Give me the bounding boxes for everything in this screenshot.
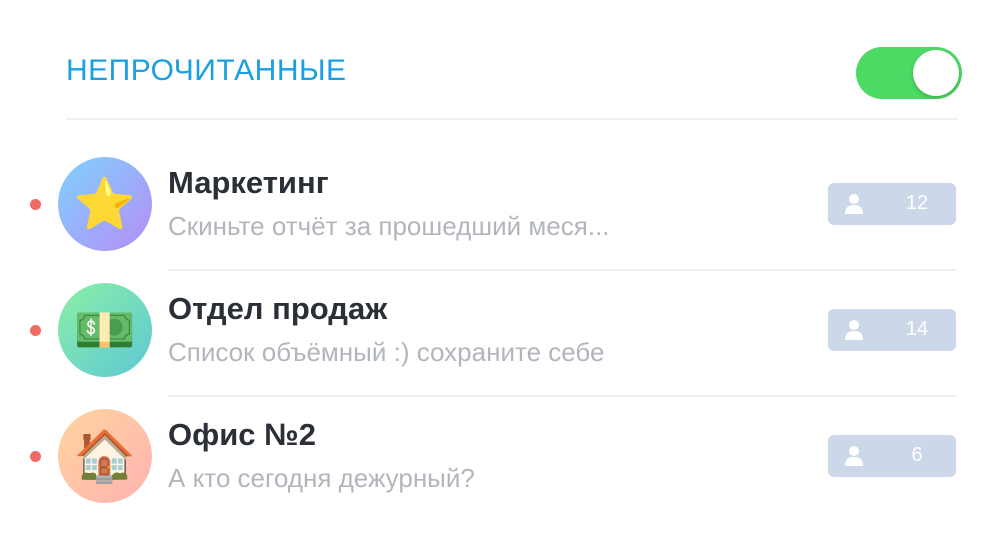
chat-list: ⭐ Маркетинг Скиньте отчёт за прошедший м…: [0, 145, 1005, 523]
members-count: 6: [911, 444, 923, 466]
unread-indicator: [30, 325, 41, 336]
section-header: НЕПРОЧИТАННЫЕ: [66, 40, 962, 120]
chat-preview: А кто сегодня дежурный?: [168, 463, 475, 493]
star-icon: ⭐: [58, 157, 152, 251]
unread-indicator: [30, 199, 41, 210]
person-icon: [845, 320, 863, 340]
members-count: 14: [905, 318, 929, 340]
members-badge[interactable]: 14: [828, 309, 956, 351]
toggle-knob: [913, 50, 959, 96]
unread-indicator: [30, 451, 41, 462]
chat-preview: Список объёмный :) сохраните себе: [168, 337, 605, 367]
chat-title: Отдел продаж: [168, 291, 388, 326]
chat-title: Офис №2: [168, 417, 316, 452]
chat-preview: Скиньте отчёт за прошедший меся...: [168, 211, 610, 241]
money-icon: 💵: [58, 283, 152, 377]
members-count: 12: [905, 192, 929, 214]
chat-row-office-2[interactable]: 🏠 Офис №2 А кто сегодня дежурный? 6: [0, 397, 1005, 523]
house-icon: 🏠: [58, 409, 152, 503]
person-icon: [845, 194, 863, 214]
chat-row-sales[interactable]: 💵 Отдел продаж Список объёмный :) сохран…: [0, 271, 1005, 397]
section-title: НЕПРОЧИТАННЫЕ: [66, 54, 347, 87]
chat-title: Маркетинг: [168, 165, 329, 200]
members-badge[interactable]: 12: [828, 183, 956, 225]
person-icon: [845, 446, 863, 466]
chat-row-marketing[interactable]: ⭐ Маркетинг Скиньте отчёт за прошедший м…: [0, 145, 1005, 271]
members-badge[interactable]: 6: [828, 435, 956, 477]
unread-toggle[interactable]: [856, 47, 962, 99]
